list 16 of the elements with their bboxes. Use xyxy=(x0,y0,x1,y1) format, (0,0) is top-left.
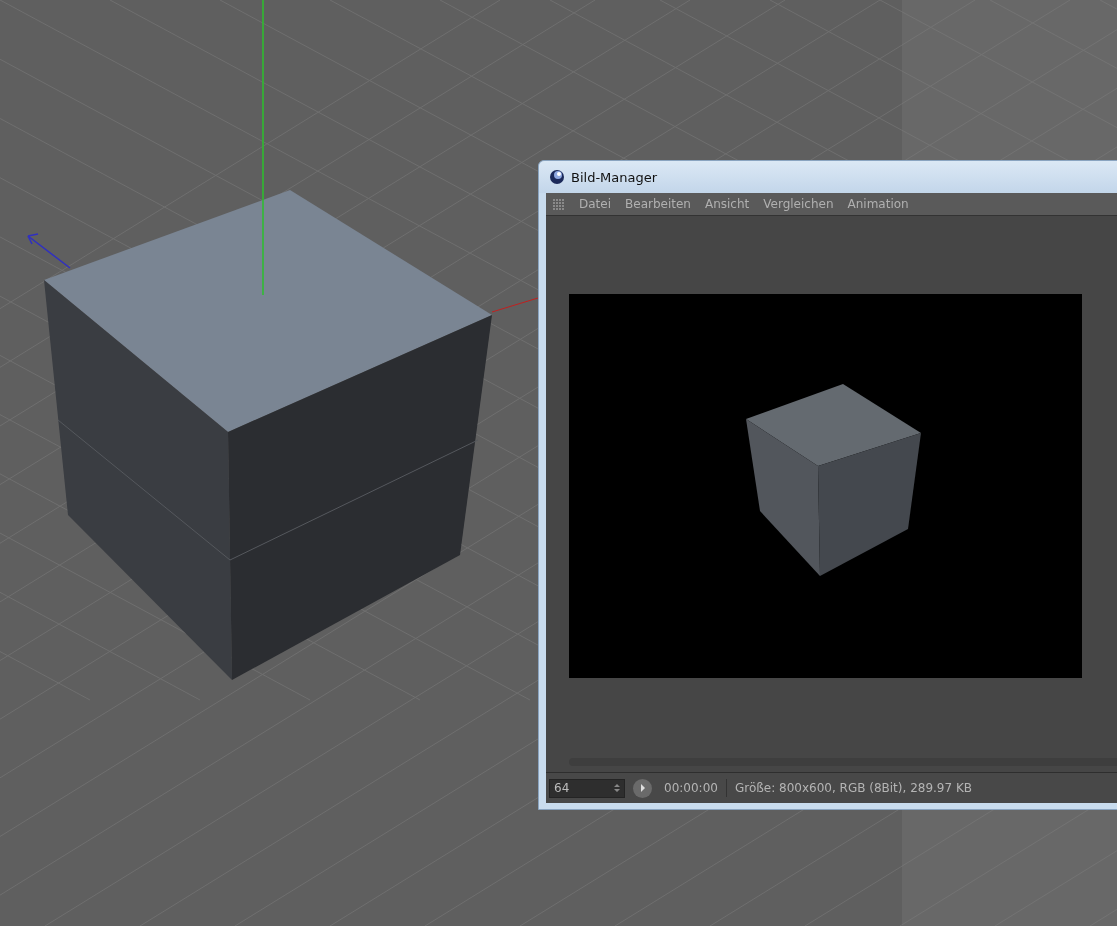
time-code: 00:00:00 xyxy=(664,781,718,795)
app-logo-icon xyxy=(549,169,565,185)
play-icon xyxy=(639,784,646,792)
x-axis-line xyxy=(491,297,539,313)
spinner-icon[interactable] xyxy=(614,783,620,793)
frame-field[interactable]: 64 xyxy=(549,778,625,798)
play-button[interactable] xyxy=(633,778,652,798)
menu-item[interactable]: Animation xyxy=(847,197,909,211)
grip-icon[interactable] xyxy=(552,197,565,211)
menu-item[interactable]: Bearbeiten xyxy=(625,197,691,211)
menu-item[interactable]: Ansicht xyxy=(704,197,750,211)
menu-item[interactable]: Vergleichen xyxy=(763,197,834,211)
image-info: Größe: 800x600, RGB (8Bit), 289.97 KB xyxy=(734,781,973,795)
menu-item[interactable]: Datei xyxy=(579,197,611,211)
z-axis-arrow xyxy=(27,233,71,269)
window-title: Bild-Manager xyxy=(571,169,658,185)
